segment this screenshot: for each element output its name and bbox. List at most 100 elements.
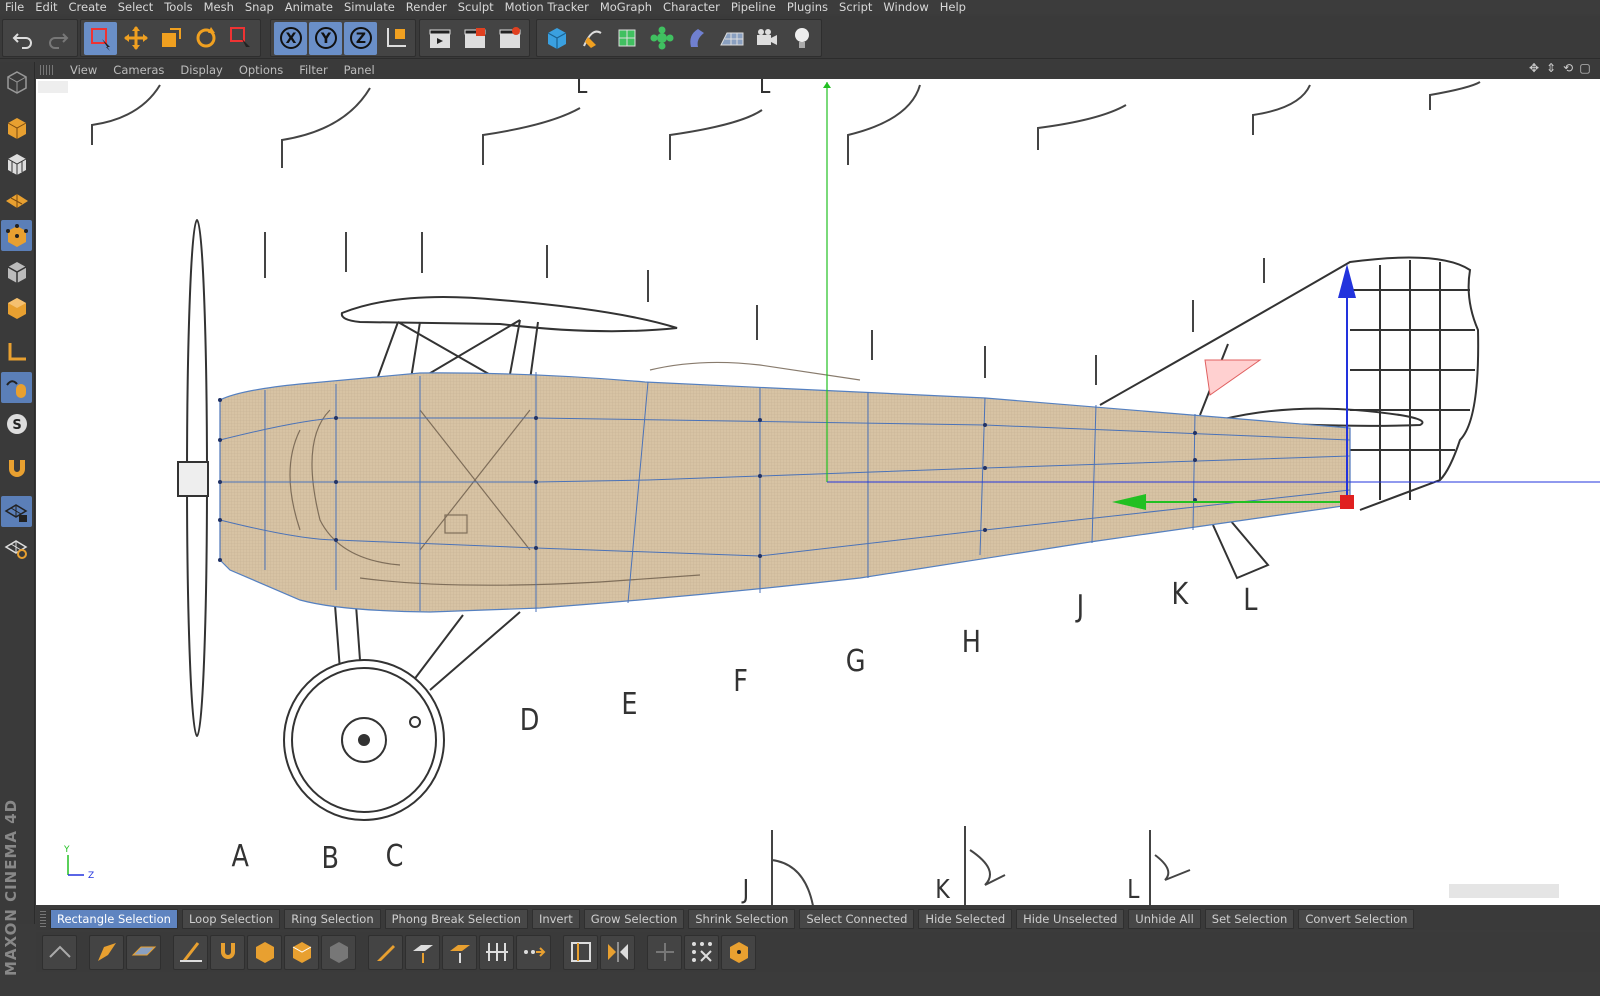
menu-edit[interactable]: Edit (30, 0, 63, 14)
viewport-grip[interactable] (40, 64, 54, 75)
menu-animate[interactable]: Animate (280, 0, 339, 14)
knife-button[interactable] (368, 934, 403, 970)
invert-button[interactable]: Invert (531, 909, 580, 929)
axis-y-button[interactable]: Y (309, 21, 342, 55)
render-picture-viewer-button[interactable] (458, 22, 491, 55)
extrude-inner-button[interactable] (321, 934, 356, 970)
pen-spline-button[interactable] (575, 22, 608, 55)
render-settings-button[interactable] (493, 22, 526, 55)
bridge-button[interactable] (442, 934, 477, 970)
ring-selection-button[interactable]: Ring Selection (284, 909, 381, 929)
subdivision-surface-button[interactable] (610, 22, 643, 55)
menu-pipeline[interactable]: Pipeline (726, 0, 782, 14)
make-editable-button[interactable] (1, 66, 32, 97)
close-polygon-hole-button[interactable] (247, 934, 282, 970)
move-button[interactable] (119, 22, 152, 55)
viewport-menu-panel[interactable]: Panel (336, 63, 383, 77)
cloner-button[interactable] (645, 22, 678, 55)
brush-button[interactable] (173, 934, 208, 970)
viewport-menu-view[interactable]: View (62, 63, 105, 77)
model-mode-button[interactable] (1, 112, 32, 143)
axis-x-button[interactable]: X (274, 21, 307, 55)
mirror-button[interactable] (600, 934, 635, 970)
undo-button[interactable] (6, 22, 39, 55)
menu-plugins[interactable]: Plugins (782, 0, 834, 14)
axis-z-button[interactable]: Z (344, 21, 377, 55)
light-button[interactable] (785, 22, 818, 55)
magnet-button[interactable] (1, 452, 32, 483)
edges-mode-button[interactable] (1, 256, 32, 287)
selection-toolbar-grip[interactable] (40, 911, 46, 927)
weld-button[interactable] (479, 934, 514, 970)
scale-button[interactable] (154, 22, 187, 55)
axis-mode-button[interactable] (1, 336, 32, 367)
stitch-button[interactable] (563, 934, 598, 970)
polygon-pen-button[interactable] (89, 934, 124, 970)
menu-select[interactable]: Select (113, 0, 159, 14)
floor-button[interactable] (715, 22, 748, 55)
bevel-button[interactable] (405, 934, 440, 970)
cube-button[interactable] (540, 22, 573, 55)
live-selection-button[interactable] (84, 21, 117, 55)
subdivide-button[interactable] (721, 934, 756, 970)
loop-selection-button[interactable]: Loop Selection (181, 909, 281, 929)
hide-unselected-button[interactable]: Hide Unselected (1016, 909, 1125, 929)
polygons-mode-button[interactable] (1, 292, 32, 323)
deformer-button[interactable] (680, 22, 713, 55)
line-cut-button[interactable] (42, 934, 77, 970)
shrink-selection-button[interactable]: Shrink Selection (688, 909, 796, 929)
points-mode-button[interactable] (1, 220, 32, 251)
menu-snap[interactable]: Snap (240, 0, 280, 14)
menu-character[interactable]: Character (658, 0, 726, 14)
menu-render[interactable]: Render (401, 0, 453, 14)
viewport-menu-cameras[interactable]: Cameras (105, 63, 172, 77)
workplane-lock-button[interactable] (1, 496, 32, 527)
viewport-menu-filter[interactable]: Filter (291, 63, 335, 77)
workplane-mode-button[interactable] (1, 184, 32, 215)
slide-button[interactable] (516, 934, 551, 970)
menu-sculpt[interactable]: Sculpt (453, 0, 500, 14)
optimize-button[interactable] (684, 934, 719, 970)
recent-tools-button[interactable] (224, 22, 257, 55)
menu-create[interactable]: Create (64, 0, 113, 14)
bottom-label-j: J (742, 875, 750, 905)
unhide-all-button[interactable]: Unhide All (1128, 909, 1201, 929)
coordinate-system-button[interactable] (379, 22, 412, 55)
camera-button[interactable] (750, 22, 783, 55)
viewport-menu-options[interactable]: Options (231, 63, 291, 77)
menu-file[interactable]: File (0, 0, 30, 14)
viewport-menu-display[interactable]: Display (172, 63, 230, 77)
axis-x-icon: X (279, 27, 302, 49)
menu-window[interactable]: Window (878, 0, 934, 14)
snap-to-grid-button[interactable] (647, 934, 682, 970)
menu-mograph[interactable]: MoGraph (595, 0, 658, 14)
rotate-button[interactable] (189, 22, 222, 55)
menu-mesh[interactable]: Mesh (199, 0, 240, 14)
hide-selected-button[interactable]: Hide Selected (918, 909, 1013, 929)
select-connected-button[interactable]: Select Connected (799, 909, 915, 929)
texture-mode-button[interactable] (1, 148, 32, 179)
plane-cut-button[interactable] (126, 934, 161, 970)
maximize-view-icon[interactable]: ▢ (1578, 61, 1592, 75)
set-selection-button[interactable]: Set Selection (1204, 909, 1295, 929)
viewport[interactable]: A B C D E F G H J K L L L J K L Y Z (36, 79, 1600, 905)
menu-tools[interactable]: Tools (159, 0, 198, 14)
menu-simulate[interactable]: Simulate (339, 0, 401, 14)
planar-workplane-button[interactable] (1, 532, 32, 563)
grow-selection-button[interactable]: Grow Selection (583, 909, 685, 929)
rectangle-selection-button[interactable]: Rectangle Selection (50, 909, 178, 929)
convert-selection-button[interactable]: Convert Selection (1298, 909, 1415, 929)
menu-help[interactable]: Help (935, 0, 972, 14)
menu-script[interactable]: Script (834, 0, 878, 14)
pan-icon[interactable]: ✥ (1527, 61, 1541, 75)
render-view-button[interactable] (423, 22, 456, 55)
magnet-tool-button[interactable] (210, 934, 245, 970)
menu-motion-tracker[interactable]: Motion Tracker (500, 0, 595, 14)
dolly-icon[interactable]: ⇕ (1544, 61, 1558, 75)
snapping-button[interactable]: S (1, 408, 32, 439)
extrude-button[interactable] (284, 934, 319, 970)
orbit-icon[interactable]: ⟲ (1561, 61, 1575, 75)
phong-break-selection-button[interactable]: Phong Break Selection (384, 909, 528, 929)
redo-button[interactable] (41, 22, 74, 55)
tweak-mode-button[interactable] (1, 372, 32, 403)
